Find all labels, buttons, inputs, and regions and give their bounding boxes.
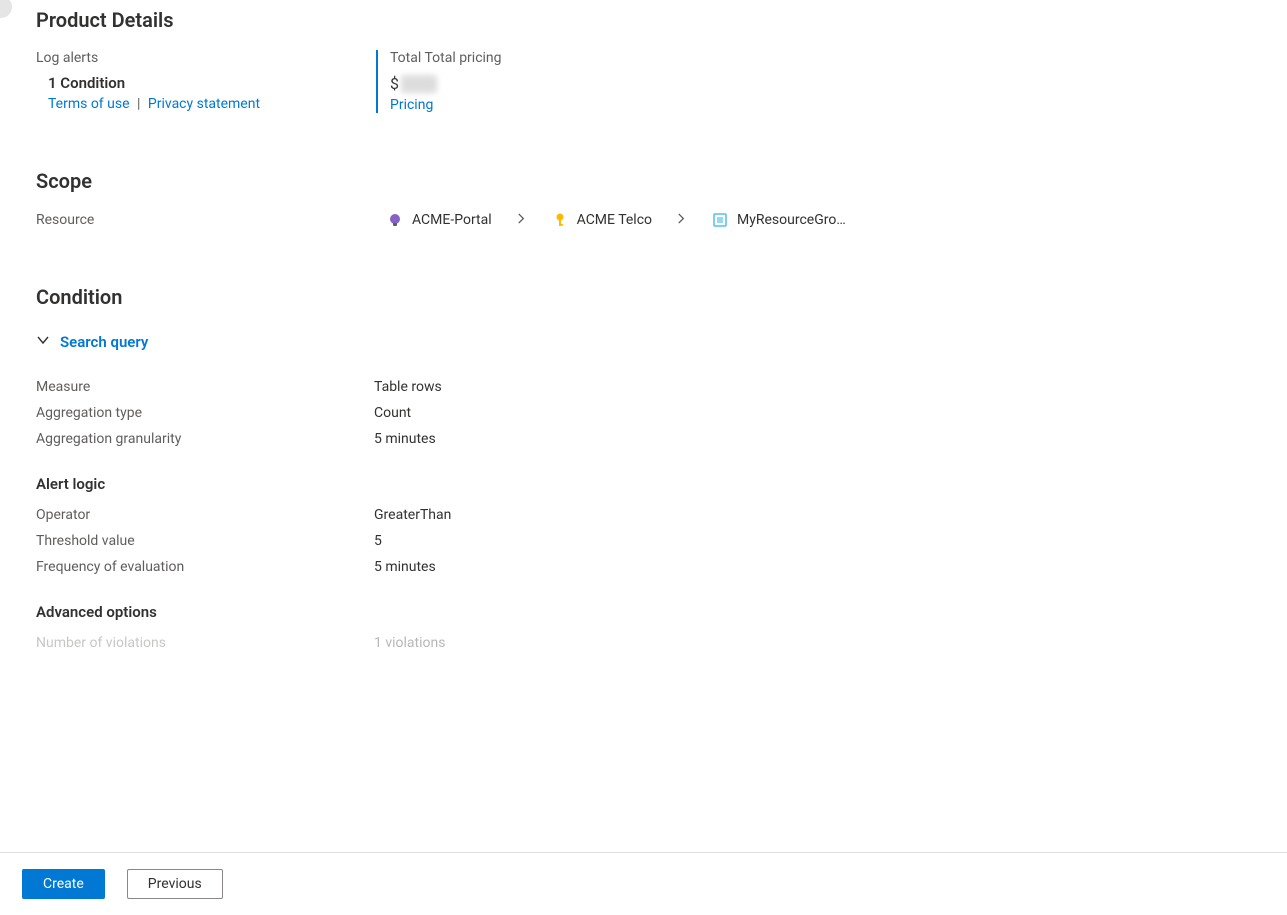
breadcrumb-item-portal[interactable]: ACME-Portal — [386, 211, 492, 229]
previous-button[interactable]: Previous — [127, 869, 223, 899]
kv-value: 5 minutes — [374, 559, 436, 575]
currency-symbol: $ — [390, 74, 399, 93]
kv-value: 5 — [374, 533, 382, 549]
kv-label: Measure — [36, 379, 374, 395]
chevron-right-icon — [676, 213, 687, 227]
total-pricing-label: Total Total pricing — [390, 50, 1251, 66]
scope-heading: Scope — [36, 169, 1251, 193]
resource-label: Resource — [36, 212, 386, 228]
product-details-heading: Product Details — [36, 8, 1251, 32]
search-query-expander[interactable]: Search query — [36, 333, 1251, 351]
footer-actions: Create Previous — [0, 852, 1287, 915]
kv-label: Frequency of evaluation — [36, 559, 374, 575]
advanced-options-heading: Advanced options — [36, 603, 1251, 621]
kv-label: Aggregation type — [36, 405, 374, 421]
kv-value: Count — [374, 405, 411, 421]
privacy-statement-link[interactable]: Privacy statement — [148, 96, 260, 112]
pricing-link[interactable]: Pricing — [390, 97, 433, 113]
breadcrumb-item-resourcegroup[interactable]: MyResourceGro… — [711, 211, 846, 229]
link-separator: | — [137, 96, 140, 112]
kv-row-threshold: Threshold value 5 — [36, 533, 1251, 549]
kv-row-measure: Measure Table rows — [36, 379, 1251, 395]
log-alerts-label: Log alerts — [36, 50, 376, 66]
kv-value: 1 violations — [374, 635, 445, 651]
kv-value: GreaterThan — [374, 507, 451, 523]
price-value: $ — [390, 74, 1251, 93]
kv-label: Threshold value — [36, 533, 374, 549]
search-query-label: Search query — [60, 333, 148, 351]
kv-label: Number of violations — [36, 635, 374, 651]
terms-of-use-link[interactable]: Terms of use — [48, 96, 130, 112]
chevron-right-icon — [516, 213, 527, 227]
breadcrumb-item-telco[interactable]: ACME Telco — [551, 211, 652, 229]
breadcrumb-label: MyResourceGro… — [737, 212, 846, 228]
condition-count: 1 Condition — [48, 74, 376, 92]
chevron-down-icon — [36, 333, 50, 351]
kv-value: 5 minutes — [374, 431, 436, 447]
key-icon — [551, 211, 569, 229]
kv-value: Table rows — [374, 379, 442, 395]
breadcrumb-label: ACME-Portal — [412, 212, 492, 228]
cube-icon — [711, 211, 729, 229]
kv-label: Aggregation granularity — [36, 431, 374, 447]
lightbulb-icon — [386, 211, 404, 229]
kv-label: Operator — [36, 507, 374, 523]
alert-logic-heading: Alert logic — [36, 475, 1251, 493]
kv-row-aggregation-granularity: Aggregation granularity 5 minutes — [36, 431, 1251, 447]
kv-row-aggregation-type: Aggregation type Count — [36, 405, 1251, 421]
price-blurred — [401, 75, 437, 93]
resource-breadcrumb: ACME-Portal ACME Telco — [386, 211, 846, 229]
kv-row-violations: Number of violations 1 violations — [36, 635, 1251, 651]
kv-row-operator: Operator GreaterThan — [36, 507, 1251, 523]
kv-row-frequency: Frequency of evaluation 5 minutes — [36, 559, 1251, 575]
breadcrumb-label: ACME Telco — [577, 212, 652, 228]
condition-heading: Condition — [36, 285, 1251, 309]
create-button[interactable]: Create — [22, 869, 105, 899]
